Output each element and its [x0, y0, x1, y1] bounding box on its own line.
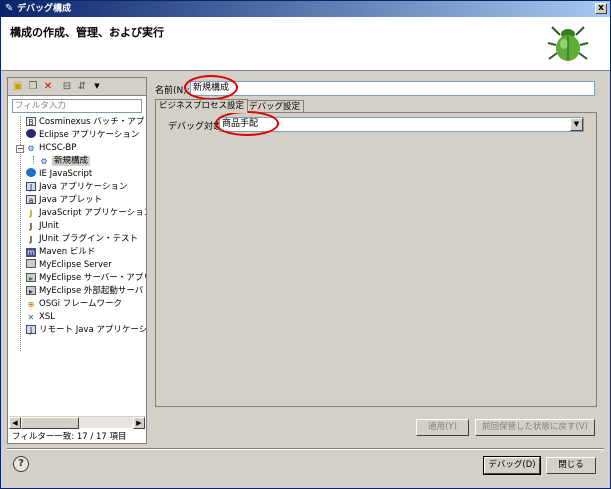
tree-item-osgi-framework[interactable]: ⊕ OSGi フレームワーク [26, 298, 122, 311]
collapse-icon[interactable]: ⊟ [60, 80, 74, 93]
config-list-panel: ▣ ❐ ✕ ⊟ ⇵ ▼ フィルタ入力 BCosminexus バッチ・アプリケ … [7, 77, 147, 444]
applet-icon: a [26, 195, 36, 205]
junit-icon: J [29, 222, 33, 231]
scroll-thumb[interactable] [21, 417, 79, 429]
server-icon [26, 259, 36, 268]
debug-button[interactable]: デバッグ(D) [483, 456, 541, 475]
revert-button[interactable]: 前回保管した状態に戻す(V) [475, 419, 595, 436]
duplicate-icon[interactable]: ❐ [26, 80, 40, 93]
tree-horizontal-scrollbar[interactable]: ◀ ▶ [9, 416, 145, 429]
help-icon[interactable]: ? [13, 456, 29, 472]
delete-icon[interactable]: ✕ [41, 80, 55, 93]
banner: 構成の作成、管理、および実行 [1, 17, 610, 71]
tree-item-cosminexus-batch[interactable]: BCosminexus バッチ・アプリケ [26, 116, 146, 129]
tree-item-junit[interactable]: J JUnit [26, 220, 59, 233]
tree-item-java-applet[interactable]: a Java アプレット [26, 194, 102, 207]
chevron-down-icon[interactable]: ▼ [570, 118, 583, 131]
scroll-left-arrow-icon[interactable]: ◀ [9, 417, 21, 429]
batch-icon: B [26, 117, 36, 127]
filter-icon[interactable]: ⇵ [75, 80, 89, 93]
name-field[interactable]: 新規構成 [190, 81, 595, 96]
tree-item-java-app[interactable]: J Java アプリケーション [26, 181, 128, 194]
apply-button[interactable]: 適用(Y) [416, 419, 469, 436]
tree-item-javascript-app[interactable]: J JavaScript アプリケーション [26, 207, 147, 220]
tree-item-ie-javascript[interactable]: IE JavaScript [26, 168, 92, 181]
xsl-icon: ✕ [27, 313, 35, 322]
title-bar: ✎ デバッグ構成 x [1, 1, 610, 17]
ladybug-icon [547, 26, 589, 61]
filter-menu-icon[interactable]: ▼ [90, 80, 104, 93]
server-app-icon: ▸ [26, 273, 36, 283]
config-toolbar: ▣ ❐ ✕ ⊟ ⇵ ▼ [8, 78, 146, 96]
config-editor-panel: 名前(N): 新規構成 ビジネスプロセス設定 デバッグ設定 デバッグ対象: 商品… [152, 77, 603, 444]
junit-plugin-icon: J [29, 235, 33, 244]
tree-item-remote-java[interactable]: J リモート Java アプリケーショ [26, 324, 146, 337]
scroll-right-arrow-icon[interactable]: ▶ [133, 417, 145, 429]
eclipse-icon [26, 129, 36, 138]
new-config-icon[interactable]: ▣ [11, 80, 25, 93]
tree-item-myeclipse-external-server[interactable]: ▸ MyEclipse 外部起動サーバ [26, 285, 143, 298]
js-icon: J [29, 209, 33, 218]
config-tabs: ビジネスプロセス設定 デバッグ設定 [155, 99, 595, 113]
maven-icon: m [26, 248, 36, 257]
java-app-icon: J [26, 182, 36, 192]
osgi-icon: ⊕ [27, 300, 35, 309]
debug-target-value: 商品手配 [222, 119, 259, 129]
external-server-icon: ▸ [26, 286, 36, 296]
tree-item-myeclipse-server-app[interactable]: ▸MyEclipse サーバー・アプリケ [26, 272, 146, 285]
tree-item-xsl[interactable]: ✕ XSL [26, 311, 55, 324]
ie-icon [26, 168, 36, 177]
filter-input[interactable]: フィルタ入力 [12, 99, 142, 113]
tab-body: デバッグ対象: 商品手配 ▼ [155, 112, 597, 407]
hcsc-collapse-toggle[interactable]: − [16, 145, 24, 153]
tree-item-eclipse-app[interactable]: Eclipse アプリケーション [26, 129, 139, 142]
name-label: 名前(N): [155, 86, 190, 96]
debug-target-label: デバッグ対象: [168, 122, 226, 132]
tree-item-maven-build[interactable]: m Maven ビルド [26, 246, 95, 259]
close-button[interactable]: 閉じる [546, 457, 596, 474]
tree-item-myeclipse-server[interactable]: MyEclipse Server [26, 259, 112, 272]
debug-icon: ✎ [5, 3, 14, 14]
banner-title: 構成の作成、管理、および実行 [10, 26, 164, 39]
debug-target-select[interactable]: 商品手配 ▼ [219, 117, 584, 132]
debug-config-window: ✎ デバッグ構成 x 構成の作成、管理、および実行 ▣ ❐ ✕ ⊟ ⇵ ▼ フィル… [0, 0, 611, 489]
remote-java-icon: J [26, 325, 36, 335]
config-tree: BCosminexus バッチ・アプリケ Eclipse アプリケーション − … [8, 116, 146, 416]
close-window-button[interactable]: x [595, 3, 607, 14]
footer-separator [7, 448, 604, 450]
tree-item-junit-plugin[interactable]: J JUnit プラグイン・テスト [26, 233, 139, 246]
tree-item-new-config[interactable]: ⚙ 新規構成 [39, 155, 91, 168]
tab-business-process[interactable]: ビジネスプロセス設定 [155, 99, 249, 113]
tree-item-hcsc-bp[interactable]: ⚙ HCSC-BP [26, 142, 76, 155]
config-icon: ⚙ [40, 157, 48, 166]
filter-status: フィルター一致: 17 / 17 項目 [12, 432, 127, 442]
hcsc-icon: ⚙ [27, 144, 35, 153]
window-title: デバッグ構成 [17, 4, 72, 14]
